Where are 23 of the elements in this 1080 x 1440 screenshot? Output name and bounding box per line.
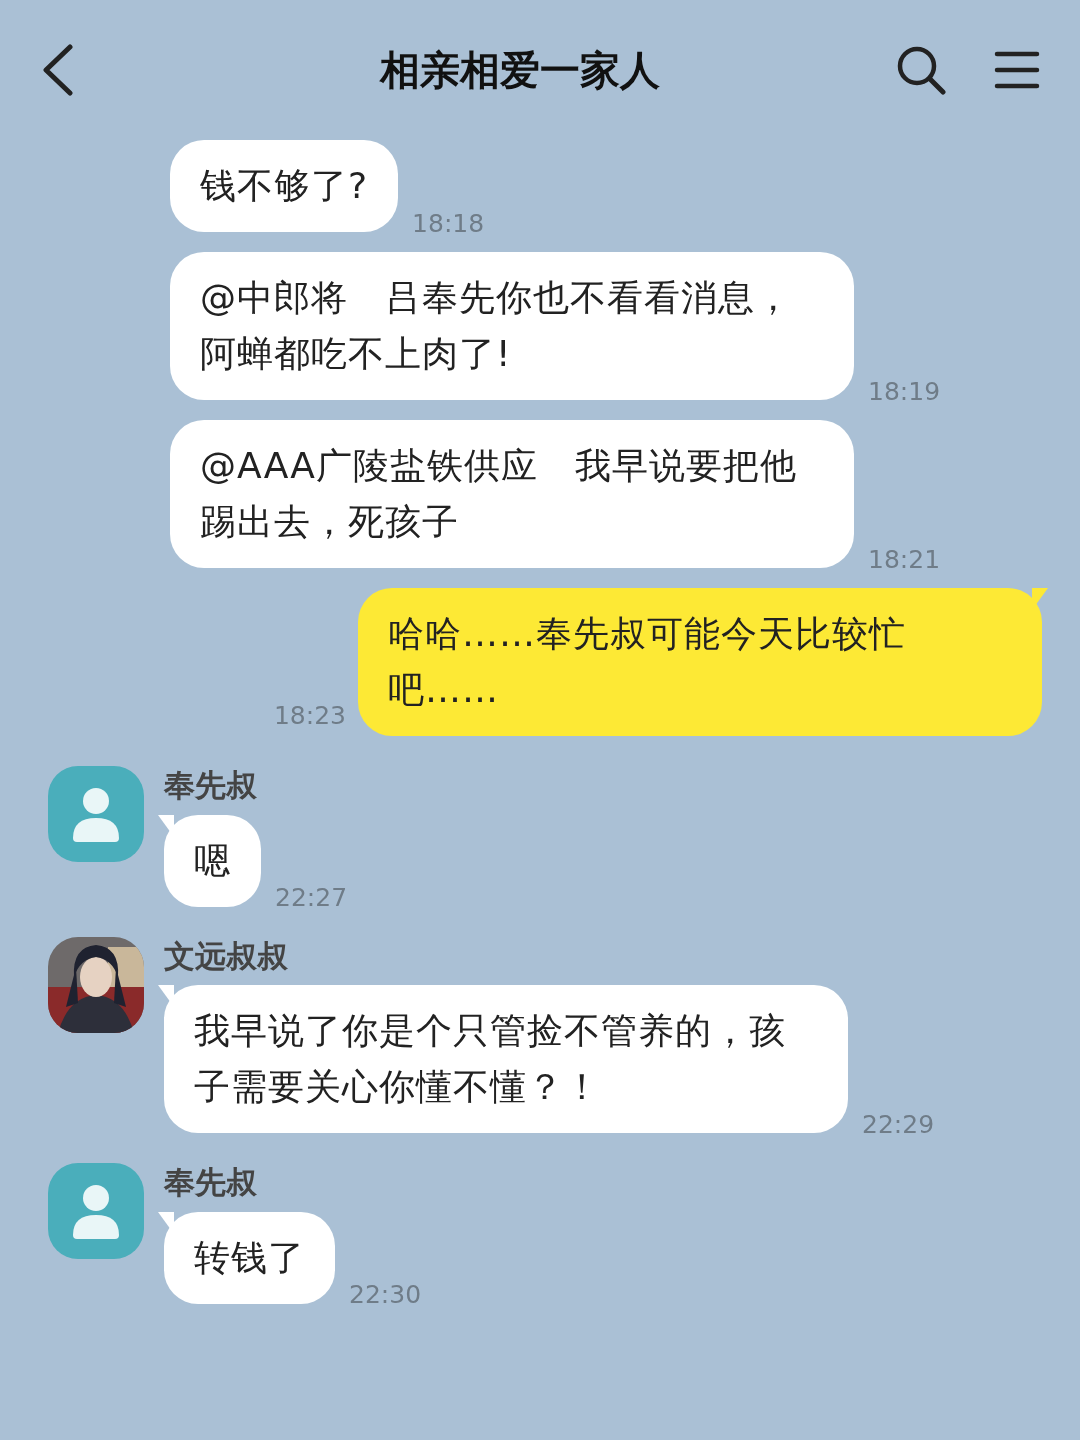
- message-text: 我早说了你是个只管捡不管养的，孩子需要关心你懂不懂？！: [194, 1009, 787, 1109]
- message-time: 22:27: [275, 883, 348, 914]
- chat-title: 相亲相爱一家人: [380, 46, 660, 95]
- search-icon[interactable]: [896, 45, 946, 95]
- message-text: 哈哈……奉先叔可能今天比较忙吧……: [388, 612, 907, 712]
- message-time: 18:19: [868, 376, 941, 408]
- message-text: @中郎将 吕奉先你也不看看消息，阿蝉都吃不上肉了!: [200, 276, 793, 376]
- sender-name: 奉先叔: [164, 1163, 258, 1202]
- message-text: 嗯: [194, 838, 231, 883]
- sender-name: 奉先叔: [164, 766, 258, 805]
- sender-name: 文远叔叔: [164, 936, 289, 976]
- person-icon: [71, 786, 121, 842]
- message-time: 22:29: [862, 1109, 935, 1141]
- message-time: 18:18: [412, 208, 485, 240]
- message-text: 钱不够了?: [200, 164, 369, 208]
- message-time: 22:30: [349, 1280, 422, 1311]
- back-icon[interactable]: [40, 44, 74, 96]
- message-text: 转钱了: [194, 1235, 305, 1280]
- person-icon: [71, 1183, 121, 1239]
- message-text: @AAA广陵盐铁供应 我早说要把他踢出去，死孩子: [200, 444, 798, 544]
- menu-icon[interactable]: [994, 50, 1040, 90]
- message-time: 18:21: [868, 544, 941, 576]
- message-time: 18:23: [273, 699, 346, 732]
